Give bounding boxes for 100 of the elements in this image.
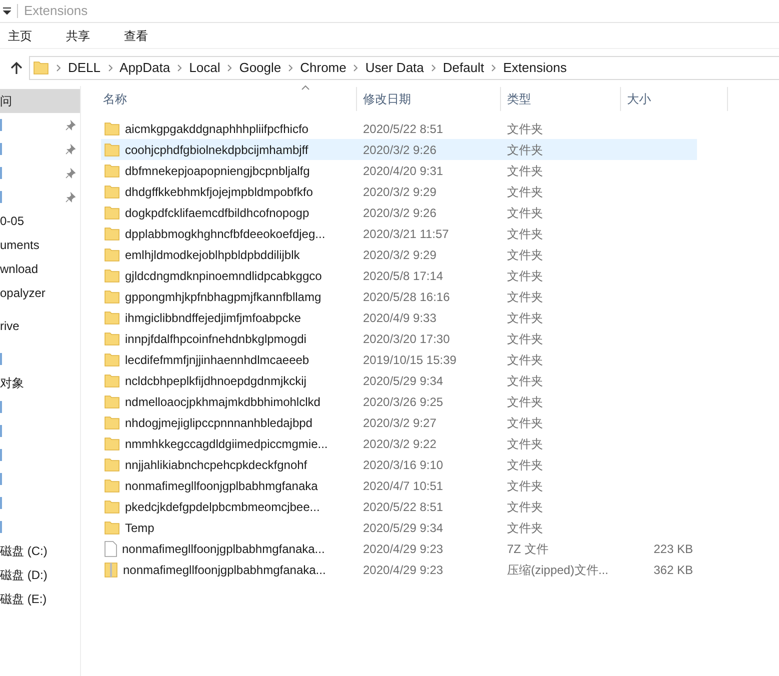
sidebar-item[interactable]: wnload (0, 257, 80, 281)
folder-icon (104, 310, 120, 325)
file-icon (104, 540, 117, 556)
modified-date: 2020/5/22 8:51 (363, 498, 444, 516)
file-row[interactable]: pkedcjkdefgpdelpbcmbmeomcjbee... 2020/5/22 8:51 文件夹 (101, 496, 697, 517)
file-row[interactable]: ihmgiclibbndffejedjimfjmfoabpcke 2020/4/9 9:33 文件夹 (101, 307, 697, 328)
file-name: gjldcdngmdknpinoemndlidpcabkggco (125, 268, 322, 284)
file-row[interactable]: gjldcdngmdknpinoemndlidpcabkggco 2020/5/8 17:14 文件夹 (101, 265, 697, 286)
sidebar-item[interactable]: 对象 (0, 371, 80, 395)
file-row[interactable]: lecdifefmmfjnjjinhaennhdlmcaeeeb 2019/10/15 15:39 文件夹 (101, 349, 697, 370)
modified-date: 2020/5/28 16:16 (363, 288, 451, 306)
sidebar-label: opalyzer (0, 285, 46, 302)
ribbon-tab[interactable]: 查看 (108, 24, 164, 46)
sidebar-label: rive (0, 318, 20, 335)
file-row[interactable]: ndmelloaocjpkhmajmkdbbhimohlclkd 2020/3/26 9:25 文件夹 (101, 391, 697, 412)
ribbon-tab[interactable]: 共享 (50, 24, 106, 46)
file-row[interactable]: nonmafimegllfoonjgplbabhmgfanaka 2020/4/7 10:51 文件夹 (101, 475, 697, 496)
file-name: dogkpdfcklifaemcdfbildhcofnopogp (125, 204, 310, 222)
modified-date: 2020/3/2 9:29 (363, 246, 438, 264)
file-row[interactable]: nonmafimegllfoonjgplbabhmgfanaka... 2020/4/29 9:23 压缩(zipped)文件... 362 KB (101, 559, 697, 580)
file-type: 文件夹 (507, 520, 544, 536)
zipped-folder-icon (104, 562, 118, 578)
file-row[interactable]: emlhjldmodkejoblhpbldpbddilijblk 2020/3/2 9:29 文件夹 (101, 244, 697, 265)
breadcrumb[interactable]: User Data (365, 58, 424, 78)
modified-date: 2020/4/9 9:33 (363, 310, 438, 326)
file-name: dpplabbmogkhghncfbfdeeokoefdjeg... (125, 226, 326, 242)
file-row[interactable]: aicmkgpgakddgnaphhhpliifpcfhicfo 2020/5/22 8:51 文件夹 (101, 118, 697, 139)
chevron-icon (288, 64, 294, 72)
column-header[interactable]: 修改日期 (357, 87, 501, 111)
file-name: aicmkgpgakddgnaphhhpliifpcfhicfo (125, 120, 308, 138)
file-name: ncldcbhpeplkfijdhnoepdgdnmjkckij (125, 372, 306, 390)
modified-date: 2020/5/29 9:34 (363, 520, 444, 536)
folder-icon (104, 121, 120, 136)
file-row[interactable]: nnjjahlikiabnchcpehcpkdeckfgnohf 2020/3/16 9:10 文件夹 (101, 454, 697, 475)
sidebar-item[interactable]: opalyzer (0, 281, 80, 305)
sort-caret-icon (301, 85, 310, 90)
file-row[interactable]: nonmafimegllfoonjgplbabhmgfanaka... 2020/4/29 9:23 7Z 文件 223 KB (101, 538, 697, 559)
folder-icon (104, 268, 120, 283)
breadcrumb[interactable]: Google (239, 58, 282, 78)
sidebar-item[interactable]: rive (0, 314, 80, 338)
file-row[interactable]: dbfmnekepjoapopniengjbcpnbljalfg 2020/4/20 9:31 文件夹 (101, 160, 697, 181)
breadcrumb[interactable]: Extensions (503, 58, 567, 78)
file-row[interactable]: ncldcbhpeplkfijdhnoepdgdnmjkckij 2020/5/29 9:34 文件夹 (101, 370, 697, 391)
window-title: Extensions (24, 2, 88, 20)
file-name: nonmafimegllfoonjgplbabhmgfanaka (125, 478, 318, 494)
modified-date: 2020/3/20 17:30 (363, 330, 451, 348)
file-row[interactable]: Temp 2020/5/29 9:34 文件夹 (101, 517, 697, 538)
folder-icon (104, 394, 120, 409)
chevron-icon (108, 64, 113, 72)
sidebar-item[interactable]: 0-05 (0, 209, 80, 233)
file-row[interactable]: nmmhkkegccagdldgiimedpiccmgmie... 2020/3/2 9:22 文件夹 (101, 433, 697, 454)
file-row[interactable]: innpjfdalfhpcoinfnehdnbkglpmogdi 2020/3/20 17:30 文件夹 (101, 328, 697, 349)
sidebar-item[interactable]: 磁盘 (C:) (0, 539, 80, 563)
column-header[interactable]: 名称 (101, 87, 357, 111)
breadcrumb[interactable]: Local (189, 58, 220, 78)
file-row[interactable]: dogkpdfcklifaemcdfbildhcofnopogp 2020/3/2 9:26 文件夹 (101, 202, 697, 223)
folder-icon (104, 226, 120, 241)
file-type: 文件夹 (507, 456, 544, 474)
ribbon-tab[interactable]: 主页 (0, 24, 48, 46)
modified-date: 2020/4/20 9:31 (363, 162, 444, 180)
file-type: 压缩(zipped)文件... (507, 562, 610, 578)
file-name: innpjfdalfhpcoinfnehdnbkglpmogdi (125, 330, 306, 348)
up-arrow-icon[interactable] (10, 60, 23, 74)
file-row[interactable]: nhdogjmejiglipccpnnnanhbledajbpd 2020/3/2 9:27 文件夹 (101, 412, 697, 433)
modified-date: 2020/5/8 17:14 (363, 268, 444, 284)
chevron-icon (353, 64, 358, 72)
file-row[interactable]: gppongmhjkpfnbhagpmjfkannfbllamg 2020/5/28 16:16 文件夹 (101, 286, 697, 307)
file-row[interactable]: dpplabbmogkhghncfbfdeeokoefdjeg... 2020/3/21 11:57 文件夹 (101, 223, 697, 244)
sidebar-label: 对象 (0, 375, 24, 392)
breadcrumb[interactable]: Chrome (300, 58, 346, 78)
dropdown-icon[interactable] (3, 7, 11, 15)
folder-icon (104, 457, 120, 472)
file-row[interactable]: dhdgffkkebhmkfjojejmpbldmpobfkfo 2020/3/2 9:29 文件夹 (101, 181, 697, 202)
folder-icon (104, 331, 120, 346)
file-size: 362 KB (654, 562, 693, 578)
file-type: 文件夹 (507, 414, 544, 432)
chevron-icon (56, 64, 61, 72)
folder-icon (104, 184, 120, 199)
breadcrumb[interactable]: AppData (120, 58, 170, 78)
file-name: Temp (125, 520, 154, 536)
sidebar-item[interactable]: uments (0, 233, 80, 257)
column-header[interactable]: 大小 (621, 87, 728, 111)
sidebar-item[interactable]: 问 (0, 89, 80, 113)
sidebar-label: wnload (0, 261, 38, 278)
file-size: 223 KB (654, 540, 693, 558)
file-type: 文件夹 (507, 226, 544, 242)
file-name: gppongmhjkpfnbhagpmjfkannfbllamg (125, 288, 322, 306)
file-type: 文件夹 (507, 436, 544, 452)
file-type: 文件夹 (507, 330, 544, 348)
breadcrumb[interactable]: Default (442, 58, 484, 78)
file-type: 7Z 文件 (507, 540, 550, 558)
column-header[interactable]: 类型 (501, 87, 621, 111)
sidebar-item[interactable]: 磁盘 (E:) (0, 587, 80, 611)
file-type: 文件夹 (507, 352, 544, 368)
breadcrumb[interactable]: DELL (68, 58, 101, 78)
folder-icon (104, 142, 120, 157)
file-row[interactable]: coohjcphdfgbiolnekdpbcijmhambjff 2020/3/2 9:26 文件夹 (101, 139, 697, 160)
address-bar[interactable]: DELL AppData Local Google Chrome User Data Default Extensions (29, 56, 779, 80)
sidebar-item[interactable]: 磁盘 (D:) (0, 563, 80, 587)
file-name: nonmafimegllfoonjgplbabhmgfanaka... (122, 540, 325, 558)
